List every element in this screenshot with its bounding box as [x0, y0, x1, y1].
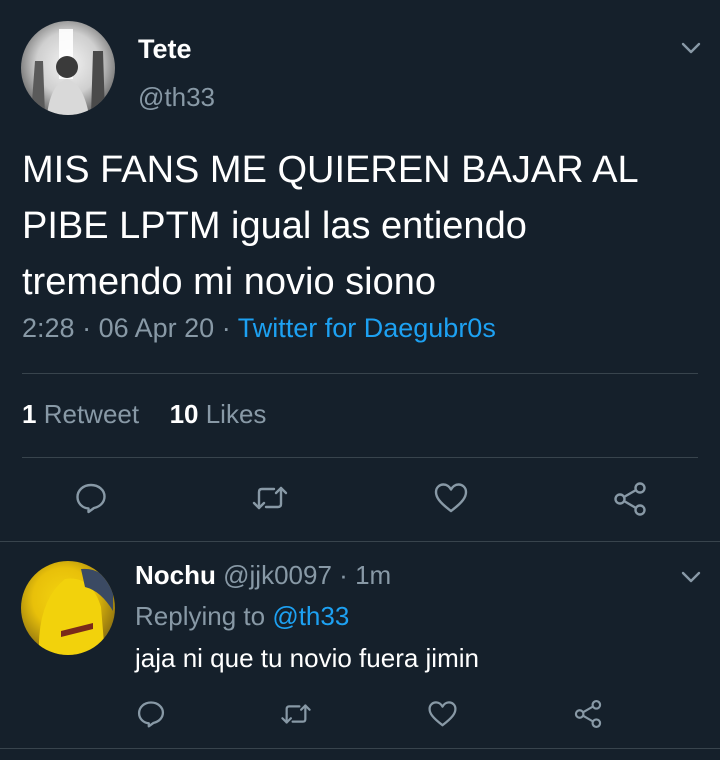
- reply-like-button[interactable]: [427, 699, 458, 729]
- tweet-time: 2:28: [22, 313, 75, 343]
- meta-separator: ·: [82, 313, 92, 343]
- retweet-count: 1: [22, 399, 37, 429]
- replying-prefix: Replying to: [135, 601, 266, 631]
- author-avatar[interactable]: [21, 21, 115, 115]
- tweet-date: 06 Apr 20: [98, 313, 215, 343]
- replying-to-handle[interactable]: @th33: [272, 601, 349, 631]
- avatar-photo: [38, 568, 113, 655]
- share-button[interactable]: [612, 481, 648, 517]
- reply-reply-button[interactable]: [136, 699, 166, 729]
- retweet-icon: [281, 704, 311, 724]
- reply-retweet-button[interactable]: [279, 699, 313, 729]
- heart-icon: [428, 701, 457, 727]
- avatar-photo: [31, 29, 105, 115]
- share-icon: [614, 482, 646, 516]
- replying-to: Replying to @th33: [135, 601, 349, 632]
- like-button[interactable]: [433, 481, 469, 515]
- chevron-down-icon[interactable]: [680, 566, 702, 588]
- tweet-text: MIS FANS ME QUIEREN BAJAR AL PIBE LPTM i…: [22, 149, 638, 303]
- retweet-label: Retweet: [43, 399, 140, 429]
- comment-icon: [76, 483, 106, 514]
- reply-author-name[interactable]: Nochu: [135, 560, 216, 590]
- tweet-meta: 2:28 · 06 Apr 20 · Twitter for Daegubr0s: [22, 313, 496, 344]
- share-icon: [574, 700, 602, 728]
- meta-separator: ·: [221, 313, 231, 343]
- tweet-source[interactable]: Twitter for Daegubr0s: [238, 313, 496, 343]
- divider: [22, 373, 698, 374]
- reply-header: Nochu @jjk0097 · 1m: [135, 560, 391, 591]
- likes-label: Likes: [205, 399, 267, 429]
- reply-age: 1m: [355, 560, 392, 590]
- author-name[interactable]: Tete: [138, 34, 192, 65]
- retweets-stat[interactable]: 1 Retweet: [22, 399, 146, 429]
- comment-icon: [137, 701, 165, 728]
- reply-author-handle[interactable]: @jjk0097: [223, 560, 332, 590]
- divider: [22, 457, 698, 458]
- reply-author-avatar[interactable]: [21, 561, 115, 655]
- reply-button[interactable]: [74, 481, 108, 515]
- likes-stat[interactable]: 10 Likes: [170, 399, 267, 429]
- divider: [0, 541, 720, 542]
- heart-icon: [434, 483, 468, 513]
- likes-count: 10: [169, 399, 199, 429]
- reply-text: jaja ni que tu novio fuera jimin: [135, 643, 479, 673]
- reply-share-button[interactable]: [573, 699, 603, 729]
- chevron-down-icon[interactable]: [680, 37, 702, 59]
- author-handle[interactable]: @th33: [138, 82, 215, 113]
- meta-separator: ·: [339, 560, 348, 590]
- tweet-stats: 1 Retweet 10 Likes: [22, 399, 266, 430]
- retweet-button[interactable]: [250, 481, 290, 515]
- divider: [0, 748, 720, 749]
- retweet-icon: [252, 486, 288, 510]
